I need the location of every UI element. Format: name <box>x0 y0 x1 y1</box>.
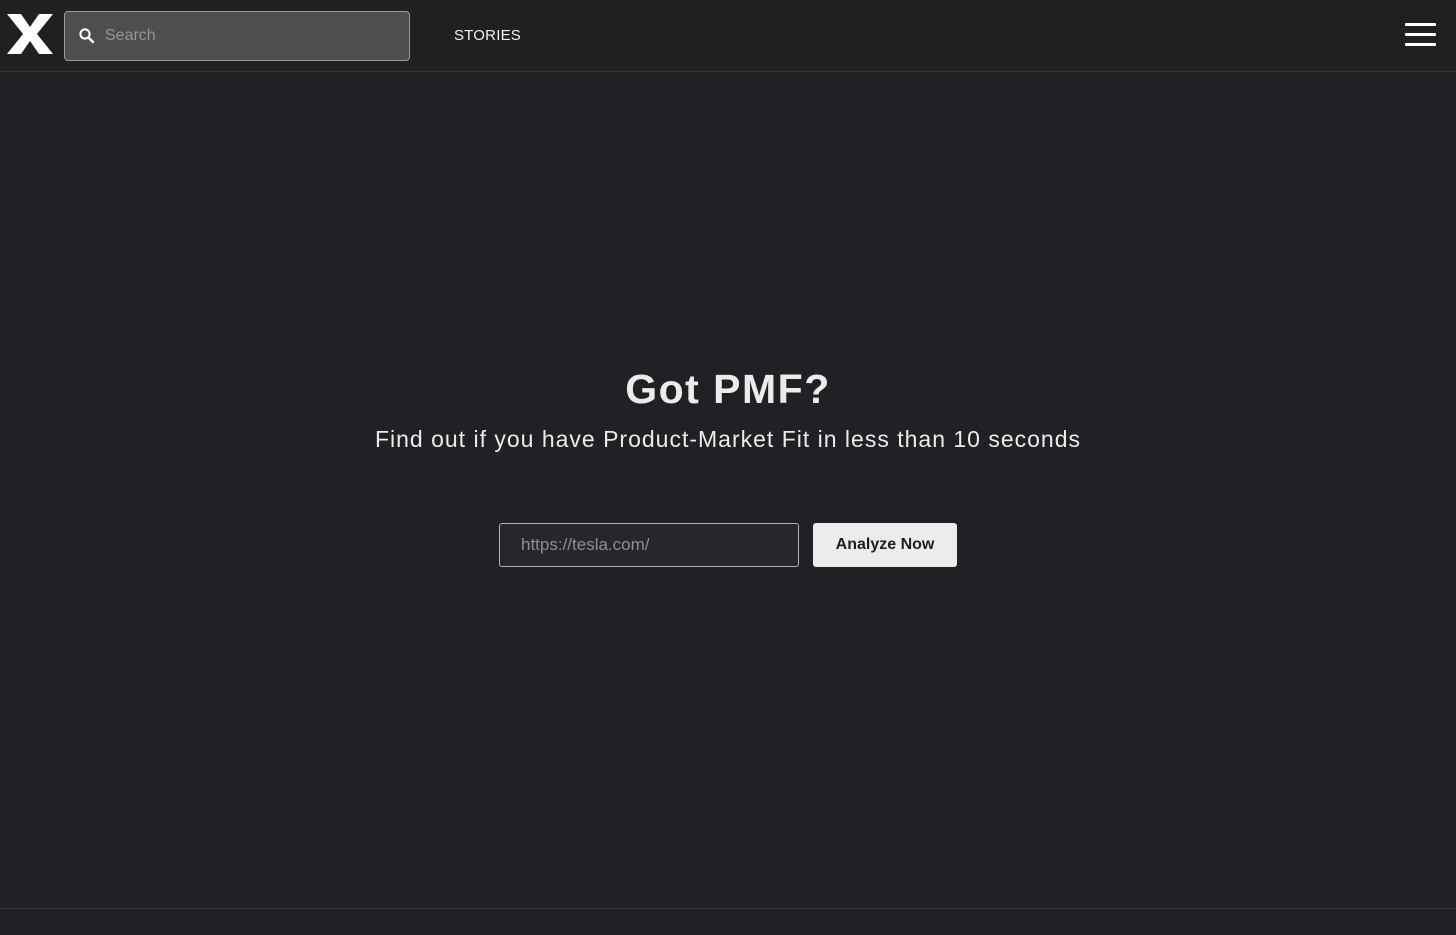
menu-bar-line <box>1405 23 1436 26</box>
hero-subtitle: Find out if you have Product-Market Fit … <box>374 426 1082 452</box>
footer-divider <box>0 908 1456 909</box>
menu-bar-line <box>1405 33 1436 36</box>
search-box[interactable] <box>64 11 410 61</box>
search-icon <box>78 27 96 45</box>
hamburger-menu-icon[interactable] <box>1405 23 1436 49</box>
x-logo-icon[interactable] <box>7 14 53 54</box>
search-input[interactable] <box>105 12 395 60</box>
url-input[interactable] <box>499 523 799 567</box>
analyze-now-button[interactable]: Analyze Now <box>813 523 957 567</box>
menu-bar-line <box>1405 43 1436 46</box>
hero-title: Got PMF? <box>625 366 831 412</box>
top-navigation-bar: STORIES <box>0 0 1456 72</box>
nav-link-stories[interactable]: STORIES <box>454 27 521 44</box>
